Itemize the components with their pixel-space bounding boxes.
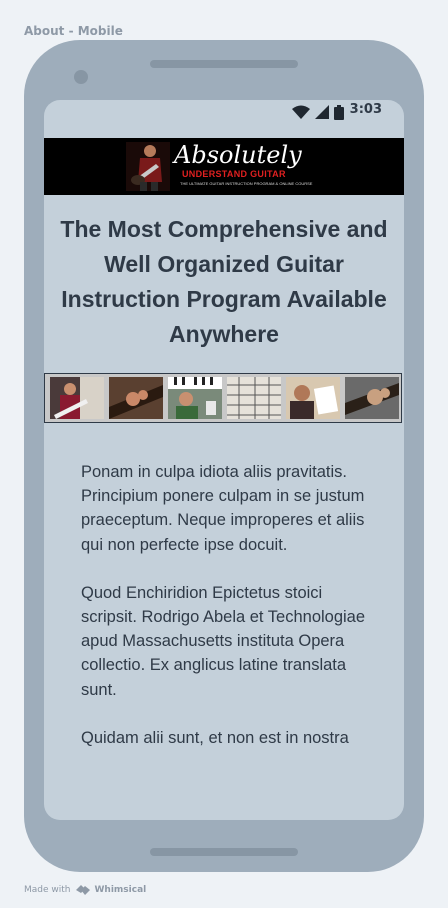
thumbnail-sheet-music[interactable] bbox=[227, 377, 281, 419]
status-bar: 3:03 bbox=[44, 100, 404, 138]
banner-tagline: THE ULTIMATE GUITAR INSTRUCTION PROGRAM … bbox=[180, 181, 313, 186]
status-icons bbox=[292, 104, 344, 120]
made-with-label: Made with bbox=[24, 885, 71, 895]
made-with-footer: Made with Whimsical bbox=[24, 884, 146, 896]
thumbnail-strip bbox=[44, 373, 402, 423]
thumbnail-fretboard[interactable] bbox=[109, 377, 163, 419]
phone-screen: 3:03 Absolutely UNDERSTAND GUITAR THE UL… bbox=[44, 100, 404, 820]
thumbnail-hand-fretboard[interactable] bbox=[345, 377, 399, 419]
battery-icon bbox=[334, 104, 344, 120]
speaker-grille bbox=[150, 60, 298, 68]
signal-icon bbox=[315, 105, 329, 119]
body-paragraph: Quidam alii sunt, et non est in nostra bbox=[81, 728, 349, 747]
guitarist-logo-icon bbox=[126, 142, 170, 191]
thumbnail-instructor-notes[interactable] bbox=[286, 377, 340, 419]
wifi-icon bbox=[292, 105, 310, 119]
whimsical-brand: Whimsical bbox=[94, 885, 147, 895]
whimsical-logo-icon bbox=[75, 885, 90, 895]
status-time: 3:03 bbox=[349, 102, 382, 117]
thumbnail-keyboard[interactable] bbox=[168, 377, 222, 419]
thumbnail-guitarist[interactable] bbox=[50, 377, 104, 419]
banner-brand: Absolutely bbox=[174, 141, 302, 169]
phone-frame: 3:03 Absolutely UNDERSTAND GUITAR THE UL… bbox=[24, 40, 424, 872]
body-paragraph: Ponam in culpa idiota aliis pravitatis. … bbox=[81, 463, 365, 554]
body-paragraph: Quod Enchiridion Epictetus stoici scrips… bbox=[81, 583, 366, 699]
home-indicator bbox=[150, 848, 298, 856]
site-banner[interactable]: Absolutely UNDERSTAND GUITAR THE ULTIMAT… bbox=[44, 138, 404, 195]
banner-subtitle: UNDERSTAND GUITAR bbox=[182, 169, 286, 179]
page-headline: The Most Comprehensive and Well Organize… bbox=[60, 216, 388, 347]
board-title: About - Mobile bbox=[24, 24, 123, 38]
body-text: Ponam in culpa idiota aliis pravitatis. … bbox=[81, 460, 381, 774]
camera bbox=[74, 70, 88, 84]
